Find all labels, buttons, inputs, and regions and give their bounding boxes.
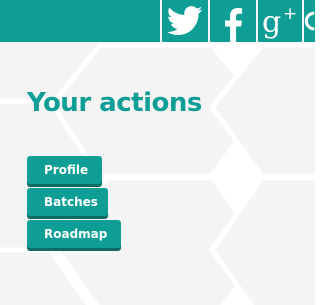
- roadmap-button[interactable]: Roadmap: [27, 220, 121, 248]
- social-icon: [304, 11, 315, 31]
- google-plus-icon: g +: [262, 4, 297, 40]
- facebook-icon: [224, 8, 243, 42]
- hexagon-background: [0, 0, 315, 305]
- page-title: Your actions: [27, 88, 202, 118]
- profile-button[interactable]: Profile: [27, 156, 102, 184]
- batches-button[interactable]: Batches: [27, 188, 108, 216]
- top-bar: g +: [0, 0, 315, 42]
- google-plus-sign: +: [283, 4, 297, 24]
- facebook-link[interactable]: [208, 0, 256, 42]
- social-link[interactable]: [302, 0, 315, 42]
- twitter-icon: [167, 6, 203, 36]
- google-plus-letter: g: [262, 5, 281, 40]
- google-plus-link[interactable]: g +: [256, 0, 302, 42]
- twitter-link[interactable]: [160, 0, 208, 42]
